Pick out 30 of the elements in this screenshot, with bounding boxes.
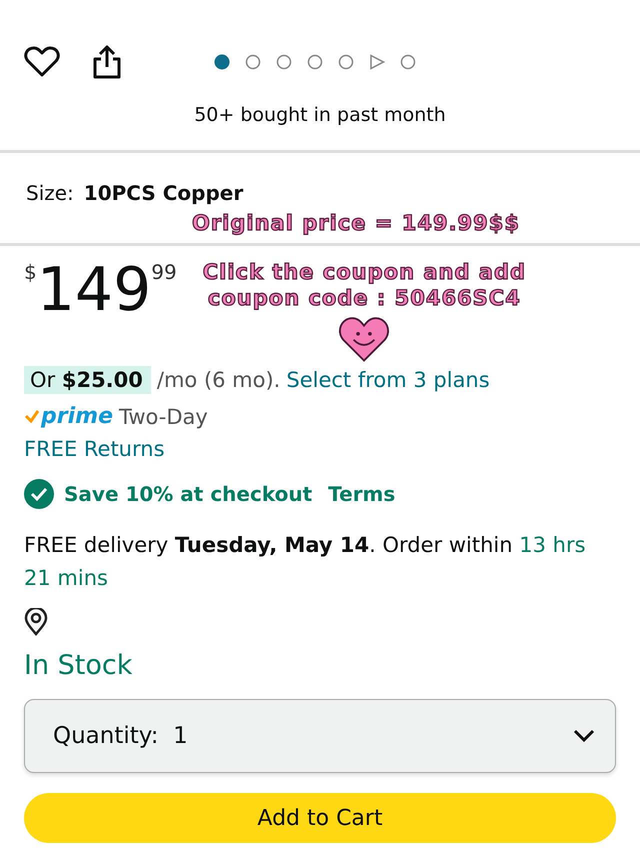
quantity-dropdown[interactable]: Quantity: 1	[24, 699, 616, 774]
purchase-count: 50+ bought in past month	[193, 104, 447, 126]
heart-icon[interactable]	[24, 46, 60, 78]
chevron-down-icon	[573, 729, 595, 744]
gallery-dot[interactable]	[400, 54, 416, 70]
gallery-dot[interactable]	[338, 54, 354, 70]
plans-link[interactable]: Select from 3 plans	[286, 368, 490, 392]
check-circle-icon	[24, 479, 54, 509]
gallery-dot[interactable]	[214, 54, 230, 70]
gallery-dot[interactable]	[307, 54, 323, 70]
play-icon[interactable]	[369, 54, 385, 70]
installment-offer: Or $25.00	[24, 366, 151, 394]
prime-logo: prime	[24, 404, 113, 429]
annotation-text: Original price = 149.99$$	[190, 211, 521, 237]
add-to-cart-button[interactable]: Add to Cart	[24, 793, 616, 844]
annotation-text: coupon code : 50466SC4	[208, 286, 521, 310]
size-value: 10PCS Copper	[84, 181, 244, 205]
location-pin-icon[interactable]	[24, 608, 48, 636]
coupon-text: Save 10% at checkout	[64, 482, 312, 506]
shipping-speed: Two-Day	[118, 404, 208, 428]
size-label: Size:	[26, 181, 74, 205]
stock-status: In Stock	[23, 649, 134, 682]
delivery-text: FREE delivery Tuesday, May 14. Order within 13 hrs 21 mins	[23, 532, 587, 592]
gallery-dot[interactable]	[245, 54, 261, 70]
terms-link[interactable]: Terms	[328, 482, 396, 506]
annotation-text: Click the coupon and add	[202, 260, 526, 284]
returns-link[interactable]: FREE Returns	[0, 429, 640, 461]
share-icon[interactable]	[92, 45, 122, 79]
gallery-dot[interactable]	[276, 54, 292, 70]
installment-terms: /mo (6 mo).	[156, 368, 280, 392]
